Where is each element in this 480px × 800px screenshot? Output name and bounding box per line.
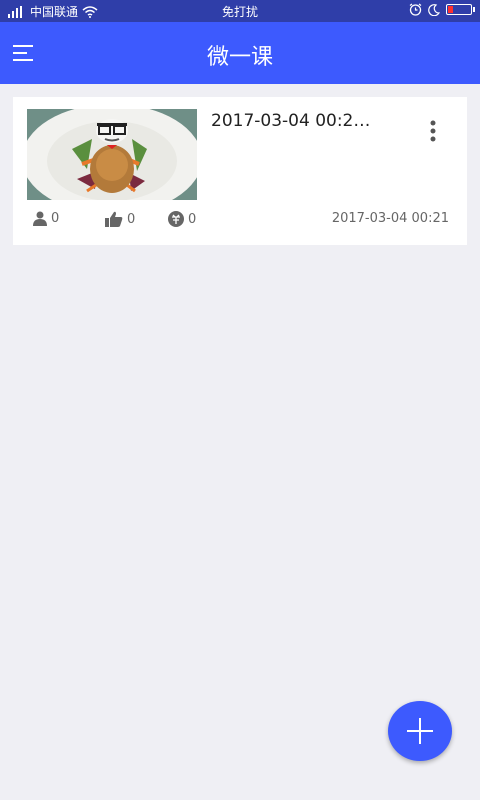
status-bar: 中国联通 免打扰 (0, 0, 480, 22)
lesson-date: 2017-03-04 00:21 (331, 211, 449, 226)
status-right (409, 3, 475, 16)
battery-level (448, 6, 453, 13)
page-title: 微一课 (206, 45, 273, 70)
reward-icon (168, 211, 184, 227)
roast-chicken-image (27, 109, 197, 200)
alarm-icon (409, 3, 422, 16)
lesson-card[interactable]: 2017-03-04 00:2… 0 0 0 2017-03-04 00:21 (13, 97, 467, 245)
lesson-thumbnail[interactable] (27, 109, 197, 200)
views-count: 0 (51, 211, 60, 226)
battery-icon (446, 4, 475, 15)
views-stat: 0 (33, 211, 59, 226)
user-icon (33, 211, 47, 226)
moon-icon (428, 3, 440, 16)
lesson-title[interactable]: 2017-03-04 00:2… (211, 111, 401, 131)
rewards-count: 0 (188, 211, 197, 227)
dnd-label: 免打扰 (221, 5, 258, 19)
plus-icon (407, 718, 433, 744)
likes-stat[interactable]: 0 (105, 211, 135, 227)
add-lesson-button[interactable] (388, 701, 452, 761)
rewards-stat[interactable]: 0 (168, 211, 196, 227)
likes-count: 0 (127, 211, 136, 227)
thumbs-up-icon (105, 211, 123, 227)
app-bar: 微一课 (0, 22, 480, 84)
more-options-icon[interactable] (425, 119, 441, 145)
